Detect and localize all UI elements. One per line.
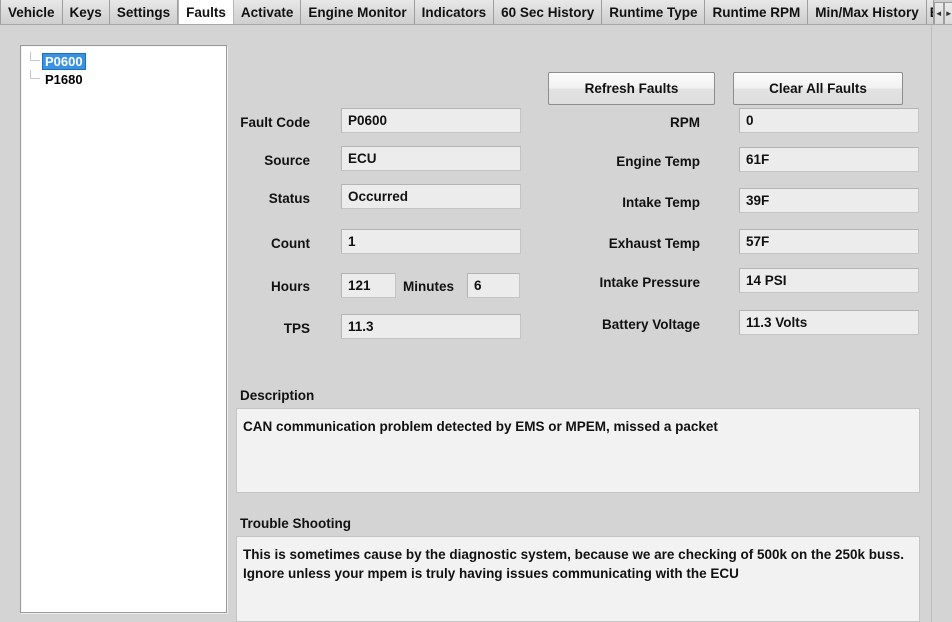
tab-label: 60 Sec History <box>501 4 595 20</box>
tab-scroll-right-arrow-icon[interactable]: ► <box>943 2 952 24</box>
status-field[interactable]: Occurred <box>341 184 521 209</box>
tree-connector-icon <box>30 60 40 61</box>
hours-field[interactable]: 121 <box>341 273 396 298</box>
tab-label: Keys <box>69 4 102 20</box>
tab-label: Vehicle <box>8 4 55 20</box>
rpm-label: RPM <box>670 115 700 130</box>
intake-pressure-field[interactable]: 14 PSI <box>739 268 919 293</box>
tab-label: Faults <box>186 4 226 20</box>
count-field[interactable]: 1 <box>341 229 521 254</box>
tab-runtime-rpm[interactable]: Runtime RPM <box>705 0 809 24</box>
faults-panel: P0600 P1680 Refresh Faults Clear All Fau… <box>0 25 932 622</box>
refresh-faults-button[interactable]: Refresh Faults <box>548 72 715 105</box>
tree-connector-vertical-icon <box>30 52 31 61</box>
tab-activate[interactable]: Activate <box>233 0 302 24</box>
tps-label: TPS <box>283 321 310 336</box>
source-field[interactable]: ECU <box>341 146 521 171</box>
triangle-right-icon: ► <box>944 9 952 18</box>
source-label: Source <box>264 153 310 168</box>
clear-all-faults-label: Clear All Faults <box>769 81 867 96</box>
tab-keys[interactable]: Keys <box>62 0 110 24</box>
intake-pressure-label: Intake Pressure <box>599 275 700 290</box>
trouble-shooting-text-area[interactable]: This is sometimes cause by the diagnosti… <box>236 536 920 622</box>
battery-voltage-field[interactable]: 11.3 Volts <box>739 310 919 335</box>
tab-bar: Vehicle Keys Settings Faults Activate En… <box>0 0 952 25</box>
rpm-field[interactable]: 0 <box>739 108 919 133</box>
tab-engine-monitor[interactable]: Engine Monitor <box>301 0 415 24</box>
description-text-area[interactable]: CAN communication problem detected by EM… <box>236 408 920 493</box>
triangle-left-icon: ◄ <box>934 9 943 18</box>
refresh-faults-label: Refresh Faults <box>584 81 679 96</box>
engine-temp-field[interactable]: 61F <box>739 147 919 172</box>
minutes-field[interactable]: 6 <box>467 273 520 298</box>
tab-label: Settings <box>116 4 171 20</box>
tab-label: Activate <box>240 4 294 20</box>
fault-code-label: P0600 <box>42 52 86 70</box>
fault-code-label: P1680 <box>45 71 83 87</box>
tps-field[interactable]: 11.3 <box>341 314 521 339</box>
trouble-shooting-title: Trouble Shooting <box>240 516 351 531</box>
tab-label: Runtime RPM <box>712 4 801 20</box>
tab-vehicle[interactable]: Vehicle <box>0 0 63 24</box>
tab-label: Min/Max History <box>815 4 919 20</box>
list-item[interactable]: P0600 <box>21 52 226 70</box>
hours-label: Hours <box>270 279 310 294</box>
fault-code-list[interactable]: P0600 P1680 <box>20 45 227 613</box>
tree-connector-icon <box>30 78 40 79</box>
tab-indicators[interactable]: Indicators <box>414 0 495 24</box>
count-label: Count <box>271 236 310 251</box>
tree-connector-vertical-icon <box>30 70 31 79</box>
tab-settings[interactable]: Settings <box>109 0 179 24</box>
fault-code-label: Fault Code <box>240 115 310 130</box>
tab-faults[interactable]: Faults <box>178 0 234 24</box>
tab-label: Engine Monitor <box>308 4 407 20</box>
description-title: Description <box>240 388 315 403</box>
engine-temp-label: Engine Temp <box>616 154 700 169</box>
exhaust-temp-label: Exhaust Temp <box>608 236 700 251</box>
battery-voltage-label: Battery Voltage <box>601 317 700 332</box>
tab-runtime-type[interactable]: Runtime Type <box>602 0 706 24</box>
minutes-label: Minutes <box>403 279 455 294</box>
tab-60-sec-history[interactable]: 60 Sec History <box>494 0 603 24</box>
tab-min-max-history[interactable]: Min/Max History <box>808 0 927 24</box>
tab-label: Runtime Type <box>609 4 698 20</box>
tab-truncated-overflow[interactable]: E <box>926 0 934 24</box>
tab-label: E <box>930 5 933 20</box>
list-item[interactable]: P1680 <box>21 70 226 88</box>
fault-code-field[interactable]: P0600 <box>341 108 521 133</box>
intake-temp-field[interactable]: 39F <box>739 188 919 213</box>
status-label: Status <box>268 191 310 206</box>
tab-label: Indicators <box>421 4 487 20</box>
tab-scroll-left-arrow-icon[interactable]: ◄ <box>933 2 944 24</box>
intake-temp-label: Intake Temp <box>622 195 700 210</box>
exhaust-temp-field[interactable]: 57F <box>739 229 919 254</box>
clear-all-faults-button[interactable]: Clear All Faults <box>733 72 903 105</box>
